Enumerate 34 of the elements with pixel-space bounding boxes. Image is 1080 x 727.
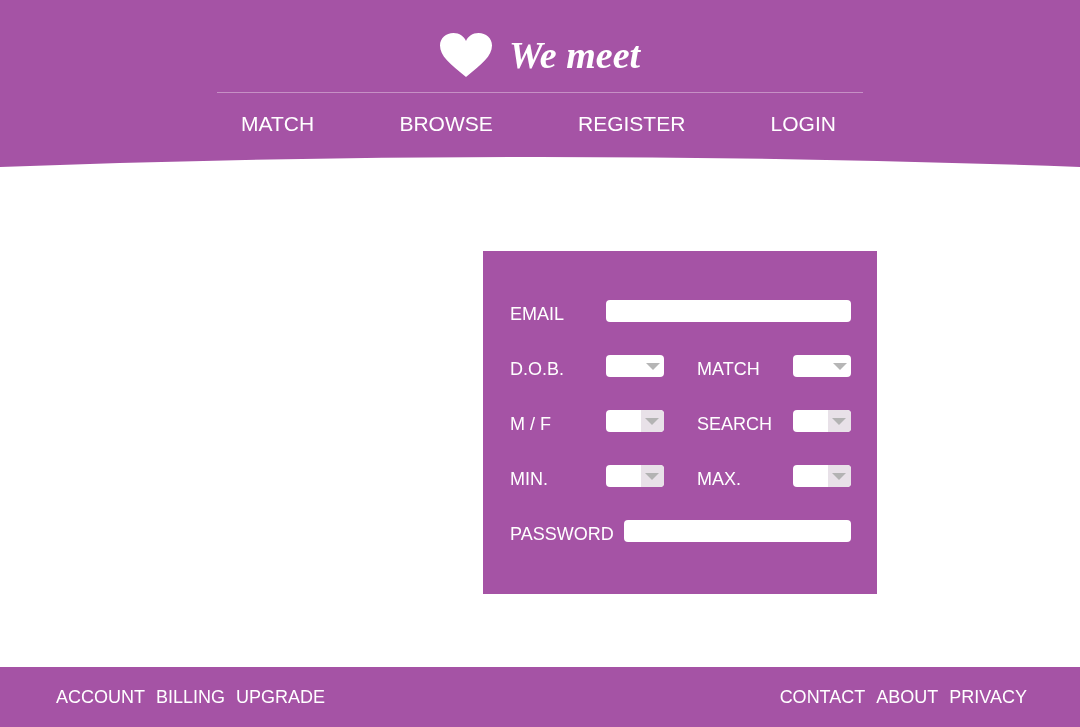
footer-link[interactable]: ACCOUNT xyxy=(56,686,145,708)
caret-icon xyxy=(833,362,847,370)
field-label: EMAIL xyxy=(510,306,566,322)
field-label: MIN. xyxy=(510,471,549,487)
field-label: D.O.B. xyxy=(510,361,565,377)
footer-link[interactable]: ABOUT xyxy=(876,686,939,708)
caret-icon xyxy=(828,410,851,432)
caret-icon xyxy=(641,465,664,487)
field-label: M / F xyxy=(510,416,552,432)
nav-link[interactable]: LOGIN xyxy=(770,112,836,136)
footer-link[interactable]: UPGRADE xyxy=(236,686,326,708)
dropdown[interactable] xyxy=(606,355,664,377)
dropdown[interactable] xyxy=(793,355,851,377)
caret-icon xyxy=(646,362,660,370)
logo-text: We meet xyxy=(508,33,641,77)
footer-link[interactable]: BILLING xyxy=(156,686,226,708)
heart-icon xyxy=(439,33,492,77)
dropdown[interactable] xyxy=(793,410,851,432)
input-field[interactable] xyxy=(623,520,851,542)
field-label: SEARCH xyxy=(697,416,773,432)
field-label: PASSWORD xyxy=(510,526,614,542)
caret-icon xyxy=(641,410,664,432)
footer-link[interactable]: PRIVACY xyxy=(949,686,1027,708)
footer-link[interactable]: CONTACT xyxy=(779,686,866,708)
input-field[interactable] xyxy=(606,300,851,322)
caret-icon xyxy=(828,465,851,487)
nav-link[interactable]: REGISTER xyxy=(578,112,686,136)
dropdown[interactable] xyxy=(793,465,851,487)
dropdown[interactable] xyxy=(606,465,664,487)
nav-link[interactable]: MATCH xyxy=(241,112,315,136)
nav-link[interactable]: BROWSE xyxy=(399,112,493,136)
dropdown[interactable] xyxy=(606,410,664,432)
field-label: MATCH xyxy=(697,361,761,377)
field-label: MAX. xyxy=(697,471,742,487)
